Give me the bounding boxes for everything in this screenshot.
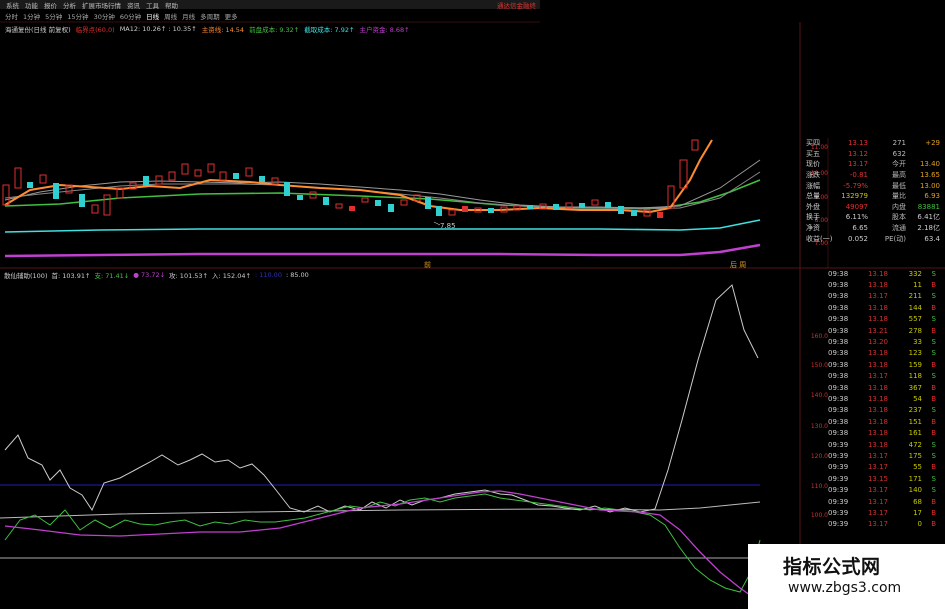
menu-bar: 系统 功能 报价 分析 扩展市场行情 资讯 工具 帮助 通达信金融终 — [0, 0, 540, 10]
tick-row: 09:38 13.18 144 B — [828, 303, 936, 312]
menu-item-help[interactable]: 帮助 — [165, 0, 178, 10]
quote-row: 涨跌 -0.81 最高 13.65 — [806, 171, 940, 180]
low-price-label: 7.85 — [440, 222, 456, 230]
orange-line — [4, 139, 713, 214]
tick-row: 09:38 13.18 123 S — [828, 349, 936, 358]
cyan-line — [4, 219, 761, 233]
bottom-mark-2: 后 周 — [730, 261, 747, 269]
menu-item-news[interactable]: 资讯 — [127, 0, 140, 10]
ind-value-5: 入: 152.04↑ — [212, 272, 251, 280]
watermark-title: 指标公式网 — [783, 556, 881, 578]
ind-tick: 150.0 — [810, 362, 828, 369]
ind-tick: 100.0 — [810, 512, 828, 519]
indicator-name[interactable]: 临界点(60,0) — [76, 24, 115, 34]
menu-item-system[interactable]: 系统 — [6, 0, 19, 10]
period-tab-5m[interactable]: 5分钟 — [45, 11, 62, 21]
period-tab-30m[interactable]: 30分钟 — [94, 11, 115, 21]
period-tab-week[interactable]: 周线 — [164, 11, 177, 21]
chart-title: 海通复份(日线 前复权) — [5, 26, 71, 34]
mid-line-value: 截取成本: 7.92↑ — [304, 26, 355, 34]
white-osc-line — [4, 284, 759, 513]
tick-row: 09:39 13.17 55 B — [828, 463, 936, 472]
watermark: 指标公式网 www.zbgs3.com — [748, 544, 945, 609]
ind-tick: 130.0 — [810, 423, 828, 430]
green-line — [4, 179, 761, 209]
main-acct-value: 主户资金: 8.68↑ — [359, 26, 410, 34]
quote-row: 收益(一) 0.052 PE(动) 63.4 — [806, 234, 940, 243]
quote-row: 换手 6.11% 股本 6.41亿 — [806, 213, 940, 222]
ind-value-6: : 110.00 — [254, 271, 282, 279]
menu-item-function[interactable]: 功能 — [25, 0, 38, 10]
period-bar: 分时 1分钟 5分钟 15分钟 30分钟 60分钟 日线 周线 月线 多周期 更… — [0, 10, 540, 21]
main-line-value: 主资线: 14.54 — [201, 26, 245, 34]
tick-row: 09:38 13.18 159 B — [828, 360, 936, 369]
tick-row: 09:38 13.17 118 S — [828, 372, 936, 381]
tick-row: 09:38 13.21 278 B — [828, 326, 936, 335]
tick-row: 09:38 13.18 332 S — [828, 269, 936, 278]
magenta-osc-line — [4, 490, 751, 596]
ma-values: MA12: 10.26↑ : 10.35↑ — [119, 25, 197, 33]
magenta-line — [4, 243, 761, 258]
period-tab-intraday[interactable]: 分时 — [5, 11, 18, 21]
menu-item-analysis[interactable]: 分析 — [63, 0, 76, 10]
bottom-mark-1: 前 — [424, 261, 431, 269]
quote-row: 涨幅 -5.79% 最低 13.00 — [806, 181, 940, 190]
ind-value-1: 首: 103.91↑ — [51, 272, 91, 280]
period-tab-day[interactable]: 日线 — [146, 11, 159, 21]
period-tab-60m[interactable]: 60分钟 — [120, 11, 141, 21]
ind-value-3: ● 73.72↓ — [133, 271, 166, 279]
quote-row: 买四 13.13 271 +29 — [806, 139, 940, 148]
indicator-title[interactable]: 散仙辅助(100) — [4, 270, 47, 280]
tick-row: 09:38 13.18 367 B — [828, 383, 936, 392]
tick-row: 09:39 13.17 17 B — [828, 508, 936, 517]
tick-row: 09:39 13.18 472 S — [828, 440, 936, 449]
quote-row: 买五 13.12 632 — [806, 149, 906, 158]
tick-row: 09:39 13.17 0 B — [828, 520, 936, 529]
tick-list[interactable]: 09:38 13.18 332 S 09:38 13.18 11 B 09:38 13.17 211… — [828, 268, 945, 530]
menu-item-tools[interactable]: 工具 — [146, 0, 159, 10]
gray-line-2 — [4, 171, 761, 210]
tick-row: 09:39 13.17 175 S — [828, 451, 936, 460]
tick-row: 09:39 13.15 171 S — [828, 474, 936, 483]
tick-row: 09:38 13.18 151 B — [828, 417, 936, 426]
gray-line-1 — [4, 159, 761, 209]
quote-row: 现价 13.17 今开 13.40 — [806, 160, 940, 169]
period-tab-more[interactable]: 更多 — [225, 11, 238, 21]
menu-item-ext-market[interactable]: 扩展市场行情 — [82, 0, 121, 10]
ind-value-2: 支: 71.41↓ — [94, 272, 130, 280]
ind-tick: 120.0 — [810, 453, 828, 460]
tick-row: 09:38 13.18 161 B — [828, 429, 936, 438]
watermark-url: www.zbgs3.com — [788, 580, 902, 596]
price-scale: 11.00 10.00 9.00 8.00 7.00 160.0 150.0 1… — [800, 0, 830, 609]
tick-row: 09:38 13.18 11 B — [828, 281, 936, 290]
tick-row: 09:38 13.17 211 S — [828, 292, 936, 301]
candlesticks — [2, 139, 699, 218]
tick-row: 09:39 13.17 68 B — [828, 497, 936, 506]
ind-tick: 140.0 — [810, 392, 828, 399]
indicator-info-bar: 散仙辅助(100) 首: 103.91↑ 支: 71.41↓ ● 73.72↓ … — [0, 270, 309, 280]
chart-info-bar: 海通复份(日线 前复权) 临界点(60,0) MA12: 10.26↑ : 10… — [0, 23, 410, 35]
menu-item-quote[interactable]: 报价 — [44, 0, 57, 10]
period-tab-15m[interactable]: 15分钟 — [67, 11, 88, 21]
tick-row: 09:38 13.20 33 S — [828, 338, 936, 347]
heavy-cost-value: 前盘成本: 9.32↑ — [249, 26, 300, 34]
period-tab-month[interactable]: 月线 — [182, 11, 195, 21]
quote-panel: 买四 13.13 271 +29 买五 13.12 632 现价 13.17 今开 13.40 … — [806, 138, 945, 244]
quote-row: 外盘 49097 内盘 83881 — [806, 202, 940, 211]
ind-value-7: : 85.00 — [285, 271, 309, 279]
tick-row: 09:38 13.18 54 B — [828, 394, 936, 403]
ind-tick: 160.0 — [810, 333, 828, 340]
period-tab-multi[interactable]: 多周期 — [200, 11, 220, 21]
tick-row: 09:38 13.18 237 S — [828, 406, 936, 415]
tick-row: 09:38 13.18 557 S — [828, 315, 936, 324]
quote-row: 净资 6.65 流通 2.18亿 — [806, 224, 940, 233]
tick-row: 09:39 13.17 140 S — [828, 486, 936, 495]
ind-tick: 110.0 — [810, 483, 828, 490]
gray-trend-line — [0, 501, 761, 519]
period-tab-1m[interactable]: 1分钟 — [23, 11, 40, 21]
app-title: 通达信金融终 — [497, 2, 536, 10]
green-osc-line — [4, 493, 761, 593]
quote-row: 总量 132979 量比 6.93 — [806, 192, 940, 201]
ind-value-4: 攻: 101.53↑ — [169, 272, 208, 280]
